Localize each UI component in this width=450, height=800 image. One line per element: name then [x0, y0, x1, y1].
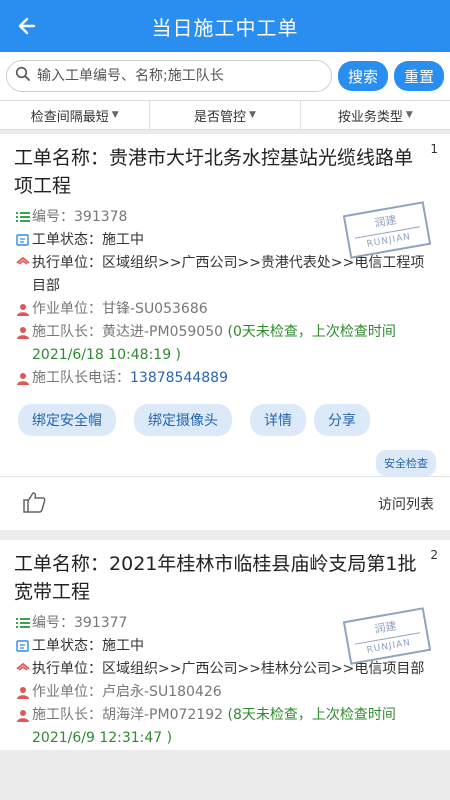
work-order-name: 工单名称：贵港市大圩北务水控基站光缆线路单项工程 — [14, 147, 414, 197]
card-actions: 绑定安全帽 绑定摄像头 详情 分享 — [14, 404, 436, 436]
person-icon — [14, 298, 32, 316]
filter-business-type[interactable]: 按业务类型 ▼ — [301, 101, 450, 129]
document-icon — [14, 229, 32, 247]
person-icon — [14, 367, 32, 385]
list-icon — [14, 206, 32, 223]
leader-row: 施工队长：黄达进-PM059050 (0天未检查，上次检查时间2021/6/18… — [14, 321, 436, 367]
thumbs-up-icon[interactable] — [22, 491, 46, 517]
work-unit-row: 作业单位： 甘锋-SU053686 — [14, 298, 436, 321]
search-icon — [15, 66, 31, 86]
reset-button[interactable]: 重置 — [393, 61, 444, 91]
bind-camera-button[interactable]: 绑定摄像头 — [134, 404, 232, 436]
safety-check-button[interactable]: 安全检查 — [376, 450, 436, 476]
search-input[interactable] — [37, 68, 323, 84]
card-footer: 访问列表 — [0, 476, 450, 530]
filter-label: 是否管控 — [194, 109, 247, 125]
list-icon — [14, 612, 32, 629]
page-title: 当日施工中工单 — [151, 15, 299, 40]
app-header: 当日施工中工单 — [0, 0, 450, 52]
work-order-card[interactable]: 2 工单名称：2021年桂林市临桂县庙岭支局第1批宽带工程 润建 RUNJIAN … — [0, 540, 450, 750]
search-button[interactable]: 搜索 — [337, 61, 388, 91]
person-icon — [14, 681, 32, 699]
filter-label: 检查间隔最短 — [30, 109, 109, 125]
card-index: 1 — [430, 142, 438, 156]
filter-label: 按业务类型 — [337, 109, 403, 125]
work-order-name: 工单名称：2021年桂林市临桂县庙岭支局第1批宽带工程 — [14, 553, 417, 603]
back-arrow-icon[interactable] — [12, 12, 40, 40]
phone-link[interactable]: 13878544889 — [130, 367, 228, 390]
filter-controlled[interactable]: 是否管控 ▼ — [150, 101, 301, 129]
filter-check-interval[interactable]: 检查间隔最短 ▼ — [0, 101, 151, 129]
exec-unit-row: 执行单位：区域组织>>广西公司>>贵港代表处>>电信工程项目部 — [14, 252, 436, 298]
phone-row: 施工队长电话： 13878544889 — [14, 367, 436, 390]
caret-down-icon: ▼ — [249, 110, 256, 120]
search-bar: 搜索 重置 — [0, 52, 450, 100]
document-icon — [14, 635, 32, 653]
caret-down-icon: ▼ — [111, 110, 119, 120]
exec-unit-row: 执行单位：区域组织>>广西公司>>桂林分公司>>电信项目部 — [14, 658, 436, 681]
caret-down-icon: ▼ — [405, 110, 413, 120]
search-box — [6, 60, 332, 92]
card-index: 2 — [430, 548, 438, 562]
home-icon — [14, 252, 32, 269]
bind-helmet-button[interactable]: 绑定安全帽 — [18, 404, 116, 436]
share-button[interactable]: 分享 — [314, 404, 370, 436]
person-icon — [14, 321, 32, 339]
visit-list-link[interactable]: 访问列表 — [378, 494, 434, 514]
detail-button[interactable]: 详情 — [250, 404, 306, 436]
work-order-card[interactable]: 1 工单名称：贵港市大圩北务水控基站光缆线路单项工程 润建 RUNJIAN 编号：… — [0, 134, 450, 530]
work-unit-row: 作业单位： 卢启永-SU180426 — [14, 681, 436, 704]
home-icon — [14, 658, 32, 675]
person-icon — [14, 704, 32, 722]
leader-row: 施工队长：胡海洋-PM072192 (8天未检查，上次检查时间2021/6/9 … — [14, 704, 436, 750]
filter-bar: 检查间隔最短 ▼ 是否管控 ▼ 按业务类型 ▼ — [0, 100, 450, 130]
